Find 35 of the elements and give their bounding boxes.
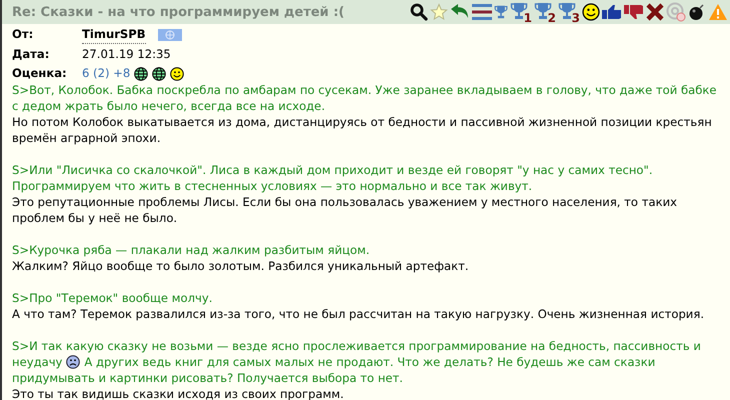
reply-text: Это репутационные проблемы Лисы. Если бы она пользовалась уважением у местного населения, то таких проблем бы у неё не было. — [12, 194, 678, 226]
quoted-text: S>Или "Лисичка со скалочкой". Лиса в каждый дом приходит и везде ей говорят "у нас у самих тесно". Программируем что жить в стесненных условиях — это нормально и все так живут. — [12, 162, 654, 194]
message-title: Re: Сказки - на что программируем детей :( — [12, 4, 344, 20]
globe-icon — [152, 66, 166, 80]
trophy-button[interactable]: 1 — [510, 2, 532, 22]
smiley-icon[interactable] — [582, 3, 600, 21]
reply-text: Но потом Колобок выкатывается из дома, дистанцируясь от бедности и пассивной жизненной позиции крестьян времён аграрной эпохи. — [12, 114, 713, 146]
author-link[interactable]: TimurSPB — [82, 26, 146, 44]
quoted-text: S>И так какую сказку не возьми — везде ясно прослеживается программирование на бедность, пассивность и — [12, 338, 701, 354]
date-label: Дата: — [12, 46, 50, 63]
star-icon[interactable] — [430, 3, 448, 21]
globe-icon — [134, 66, 148, 80]
quoted-text: S>Курочка ряба — плакали над жалким разбитым яйцом. — [12, 242, 371, 258]
rating-link[interactable]: 6 (2) +8 — [82, 65, 130, 82]
quoted-text: А других ведь книг для самых малых не продают. Что же делать? Не будешь же сам сказки — [84, 354, 656, 370]
quoted-text: S>Про "Теремок" вообще молчу. — [12, 290, 214, 306]
reply-text: А что там? Теремок развалился из-за того, что не был рассчитан на такую нагрузку. Очень жизненная история. — [12, 306, 706, 322]
trophy-button[interactable]: 2 — [534, 2, 556, 22]
trophy-button[interactable]: 3 — [558, 2, 580, 22]
close-icon[interactable] — [646, 3, 664, 21]
post-date: 27.01.19 12:35 — [82, 46, 171, 63]
from-label: От: — [12, 26, 34, 43]
sad-face-icon — [66, 355, 80, 369]
thumbs-up-icon[interactable] — [602, 4, 622, 20]
search-icon[interactable] — [410, 3, 428, 21]
quoted-text: неудачу — [12, 354, 62, 370]
reply-text: Жалким? Яйцо вообще то было золотым. Разбился уникальный артефакт. — [12, 258, 470, 274]
bomb-icon[interactable] — [688, 3, 706, 21]
menu-icon[interactable] — [472, 4, 492, 20]
rating-label: Оценка: — [12, 65, 68, 82]
thumbs-down-icon[interactable] — [624, 4, 644, 20]
trophy-icon[interactable] — [494, 5, 508, 19]
quoted-text: S>Вот, Колобок. Бабка поскребла по амбарам по сусекам. Уже заранее вкладываем в голову, что даже той бабке с дедом жрать было нечего, всегда все на исходе. — [12, 82, 718, 114]
quoted-text: придумывать и картинки рисовать? Получается выбора то нет. — [12, 370, 403, 386]
smiley-icon — [170, 66, 184, 80]
